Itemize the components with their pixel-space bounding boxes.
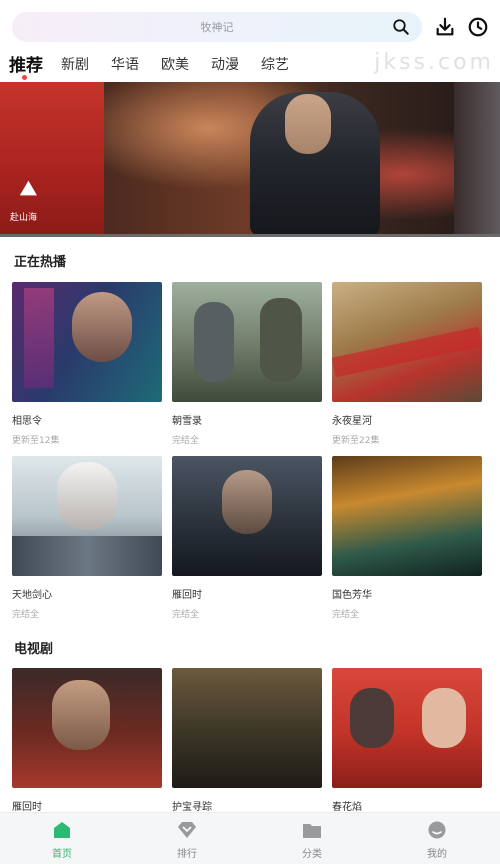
video-card[interactable]: 相思令 更新至12集 xyxy=(12,282,162,446)
top-bar: 牧神记 xyxy=(0,0,500,48)
active-tab-indicator xyxy=(22,75,27,80)
video-card[interactable]: 雁回时 完结全 xyxy=(172,456,322,620)
banner-caption: 赴山海 xyxy=(10,213,38,223)
nav-category[interactable]: 分类 xyxy=(282,821,342,860)
poster-image xyxy=(172,456,322,576)
section-title-hot: 正在热播 xyxy=(14,255,67,270)
banner-logo: ⛰ xyxy=(20,176,37,200)
card-subtitle: 完结全 xyxy=(172,436,200,446)
watermark: jkss.com xyxy=(374,50,494,75)
card-title: 春花焰 xyxy=(332,802,362,813)
tab-new-drama[interactable]: 新剧 xyxy=(61,54,89,74)
user-face-icon xyxy=(428,821,446,839)
card-title: 相思令 xyxy=(12,416,42,427)
tab-recommend[interactable]: 推荐 xyxy=(9,51,43,76)
section-title-tv: 电视剧 xyxy=(14,642,54,657)
bottom-nav: 首页 排行 分类 我的 xyxy=(0,812,500,864)
video-card[interactable]: 护宝寻踪 xyxy=(172,668,322,813)
nav-label: 分类 xyxy=(302,849,322,860)
video-card[interactable]: 国色芳华 完结全 xyxy=(332,456,482,620)
poster-image xyxy=(172,282,322,402)
card-subtitle: 完结全 xyxy=(172,610,200,620)
card-subtitle: 完结全 xyxy=(332,610,360,620)
hero-banner[interactable]: ⛰ 赴山海 xyxy=(0,82,500,236)
nav-label: 排行 xyxy=(177,849,197,860)
card-subtitle: 完结全 xyxy=(12,610,40,620)
card-subtitle: 更新至12集 xyxy=(12,436,60,446)
banner-divider xyxy=(0,234,500,237)
video-card[interactable]: 永夜星河 更新至22集 xyxy=(332,282,482,446)
card-title: 护宝寻踪 xyxy=(172,802,212,813)
poster-image xyxy=(332,456,482,576)
folder-icon xyxy=(303,824,321,838)
card-title: 天地剑心 xyxy=(12,590,52,601)
card-title: 国色芳华 xyxy=(332,590,372,601)
video-card[interactable]: 朝雪录 完结全 xyxy=(172,282,322,446)
download-icon[interactable] xyxy=(434,16,456,38)
poster-image xyxy=(332,282,482,402)
tab-chinese[interactable]: 华语 xyxy=(111,54,139,74)
search-bar[interactable]: 牧神记 xyxy=(12,12,422,42)
banner-face xyxy=(285,94,331,154)
poster-image xyxy=(332,668,482,788)
diamond-icon xyxy=(178,822,196,838)
history-icon[interactable] xyxy=(467,16,489,38)
poster-image xyxy=(12,456,162,576)
search-placeholder: 牧神记 xyxy=(200,21,234,34)
poster-image xyxy=(12,668,162,788)
card-subtitle: 更新至22集 xyxy=(332,436,380,446)
tab-western[interactable]: 欧美 xyxy=(161,54,189,74)
video-card[interactable]: 雁回时 xyxy=(12,668,162,813)
nav-ranking[interactable]: 排行 xyxy=(157,821,217,860)
nav-home[interactable]: 首页 xyxy=(32,821,92,860)
video-card[interactable]: 天地剑心 完结全 xyxy=(12,456,162,620)
card-title: 雁回时 xyxy=(12,802,42,813)
card-title: 朝雪录 xyxy=(172,416,202,427)
home-icon xyxy=(54,822,70,838)
poster-image xyxy=(172,668,322,788)
nav-label: 我的 xyxy=(427,849,447,860)
nav-profile[interactable]: 我的 xyxy=(407,821,467,860)
banner-next-peek xyxy=(454,82,500,236)
tab-variety[interactable]: 综艺 xyxy=(261,54,289,74)
video-card[interactable]: 春花焰 xyxy=(332,668,482,813)
poster-image xyxy=(12,282,162,402)
tab-anime[interactable]: 动漫 xyxy=(211,54,239,74)
nav-label: 首页 xyxy=(52,849,72,860)
card-title: 雁回时 xyxy=(172,590,202,601)
search-icon[interactable] xyxy=(392,18,410,36)
card-title: 永夜星河 xyxy=(332,416,372,427)
